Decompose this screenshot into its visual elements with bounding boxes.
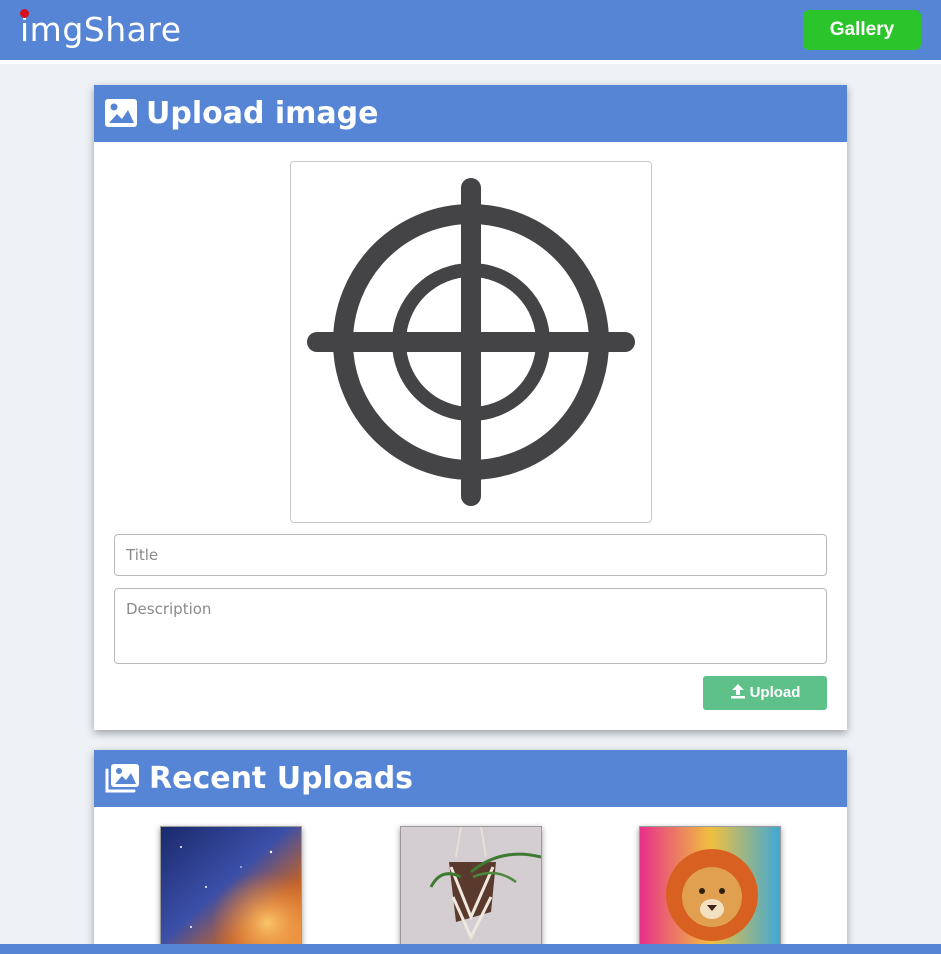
- navbar-divider: [0, 60, 941, 64]
- title-input[interactable]: Title: [114, 534, 827, 576]
- footer-bar: [0, 944, 941, 954]
- image-preview[interactable]: [290, 161, 652, 523]
- upload-button-label: Upload: [749, 684, 801, 701]
- thumbnail-plant[interactable]: [400, 826, 542, 954]
- brand-logo[interactable]: imgShare: [20, 10, 182, 50]
- upload-icon: [730, 678, 746, 712]
- description-input[interactable]: Description: [114, 588, 827, 664]
- gallery-button[interactable]: Gallery: [803, 10, 921, 50]
- upload-card: Upload image Title Description Upload: [94, 85, 847, 730]
- upload-button[interactable]: Upload: [703, 676, 827, 710]
- upload-card-header: Upload image: [94, 85, 847, 142]
- thumbnail-lion[interactable]: [639, 826, 781, 954]
- recent-card-header: Recent Uploads: [94, 750, 847, 807]
- upload-card-title: Upload image: [146, 96, 379, 131]
- image-icon: [104, 97, 138, 129]
- crosshair-icon: [307, 178, 635, 506]
- recent-uploads-card: Recent Uploads: [94, 750, 847, 954]
- images-icon: [104, 762, 140, 794]
- brand-dot: [20, 9, 29, 18]
- thumbnail-galaxy[interactable]: [160, 826, 302, 954]
- recent-card-title: Recent Uploads: [149, 761, 414, 796]
